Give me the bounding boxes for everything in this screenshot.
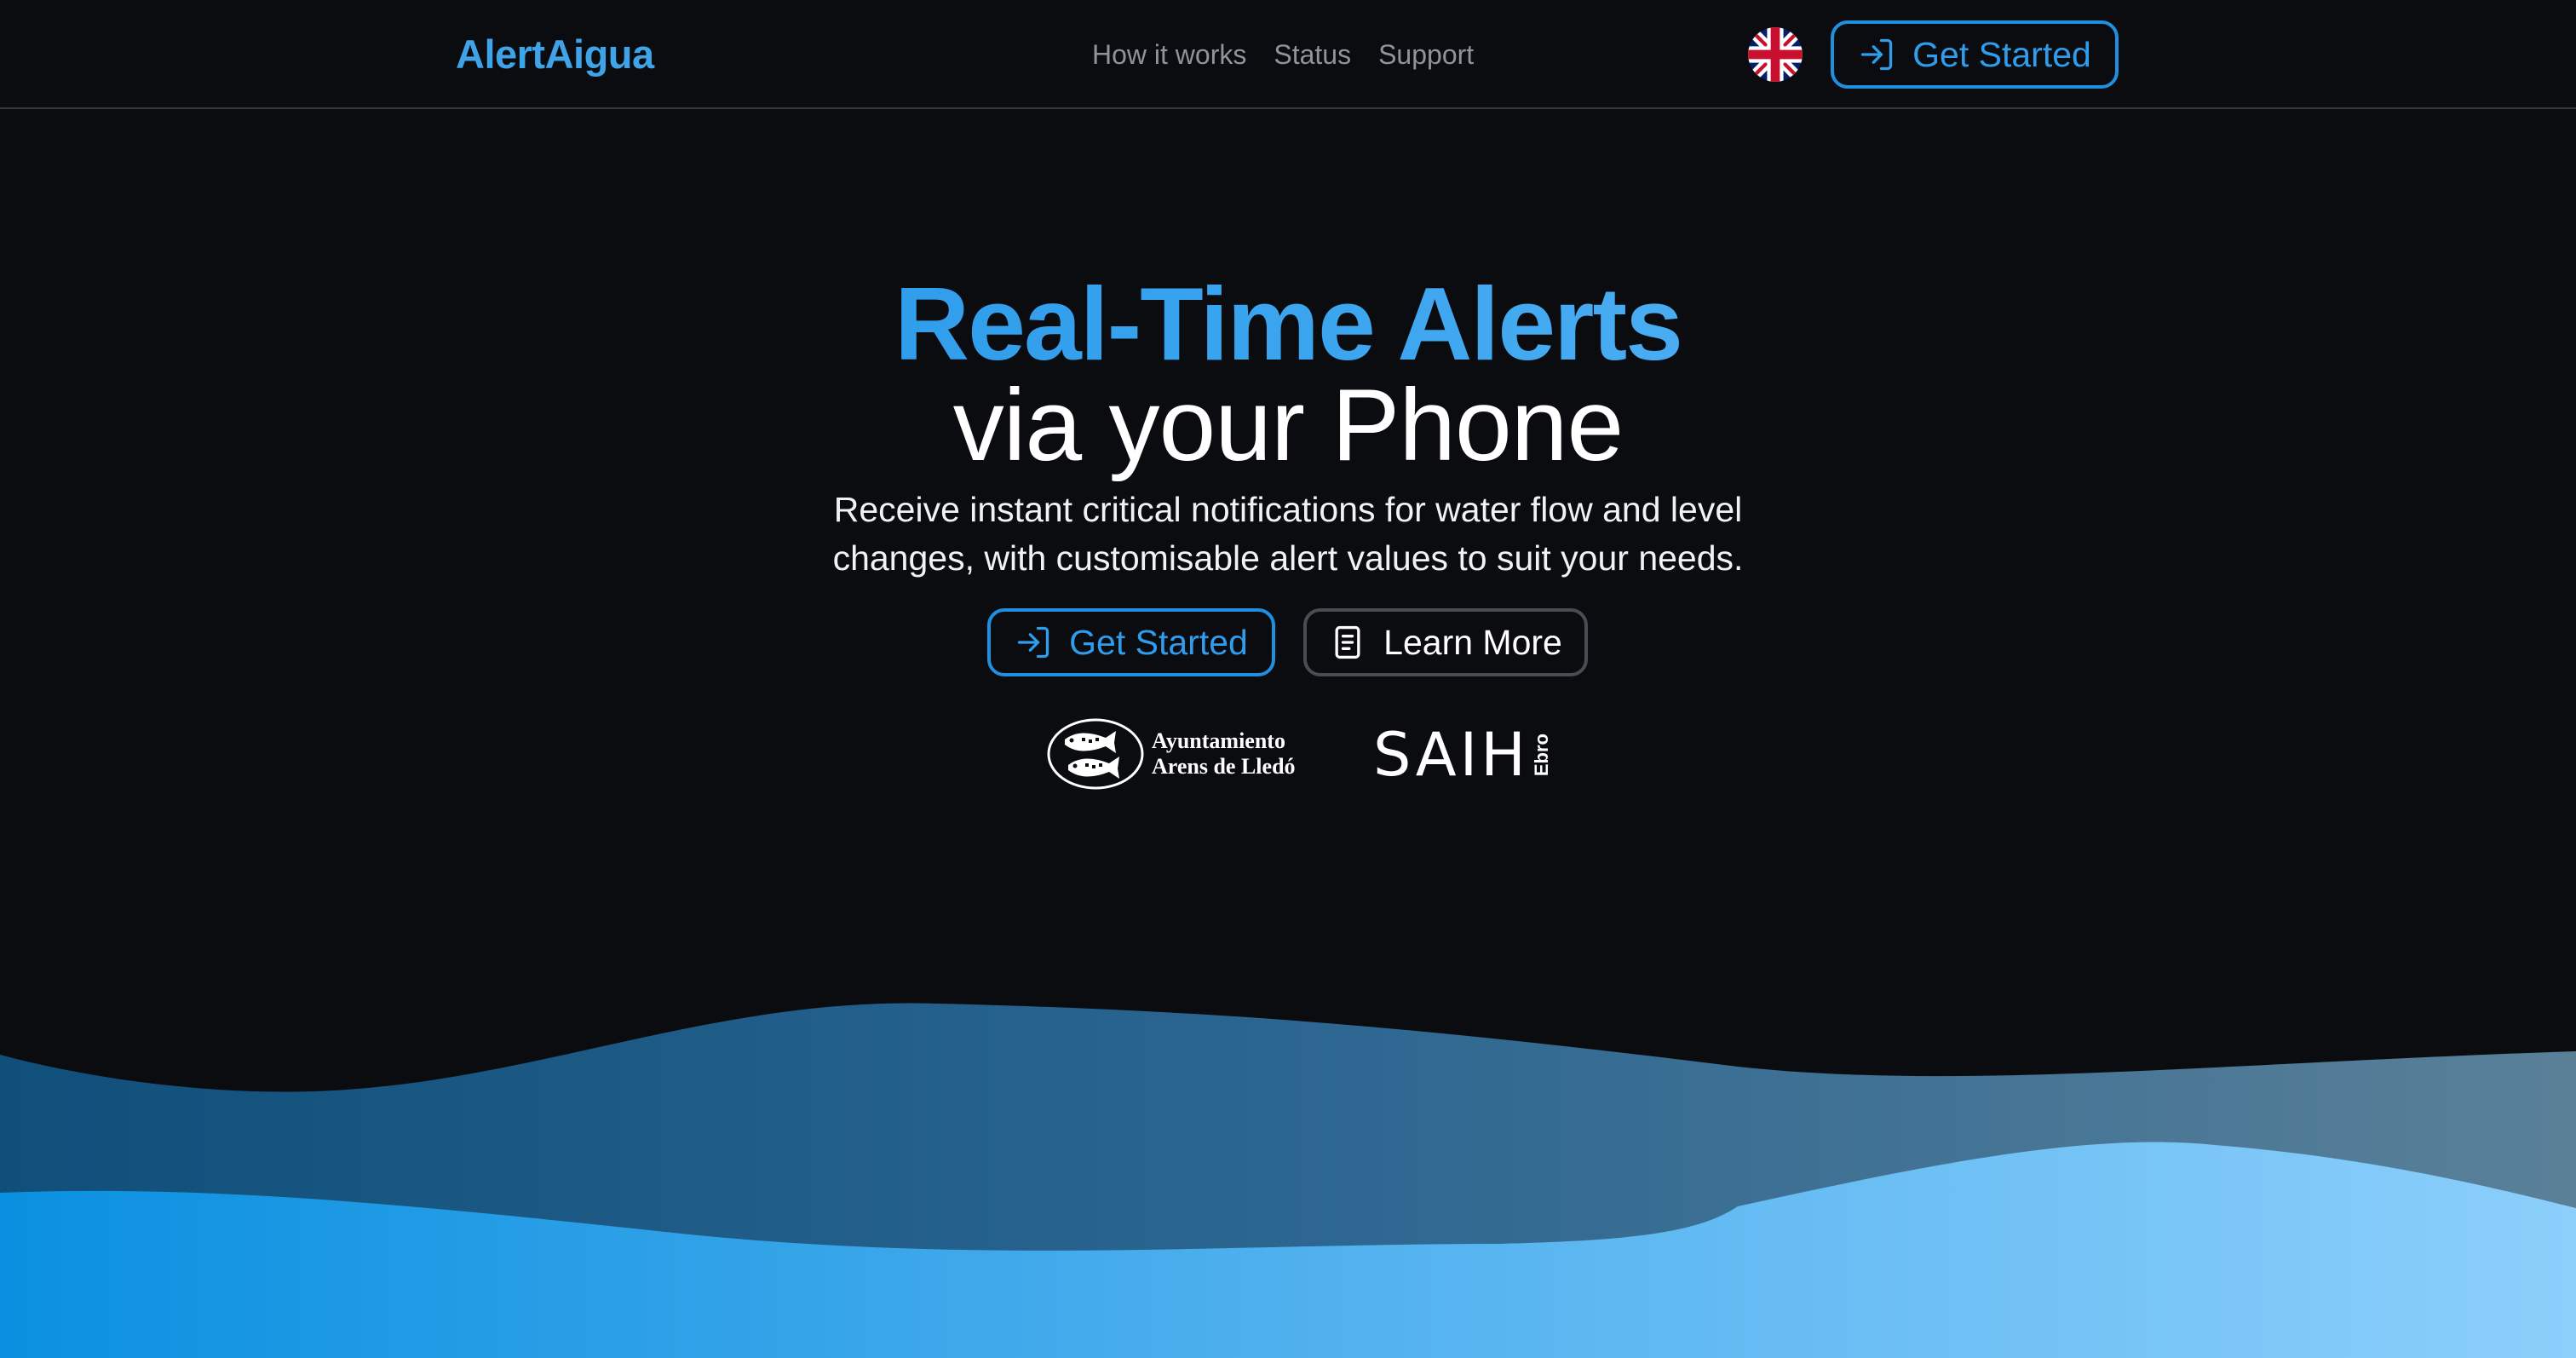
- nav-link-status[interactable]: Status: [1274, 36, 1351, 73]
- hero-subtitle-line-1: Receive instant critical notifications f…: [833, 490, 1743, 529]
- nav-link-support[interactable]: Support: [1378, 36, 1474, 73]
- hero-get-started-label: Get Started: [1069, 622, 1248, 662]
- sign-in-icon: [1015, 624, 1052, 661]
- learn-more-button[interactable]: Learn More: [1303, 608, 1588, 676]
- landing-page: AlertAigua How it works Status Support G…: [0, 0, 2576, 1358]
- decorative-waves: [0, 1003, 2576, 1358]
- nav-link-how-it-works[interactable]: How it works: [1092, 36, 1246, 73]
- document-icon: [1329, 624, 1366, 661]
- ayuntamiento-label-line-2: Arens de Lledó: [1152, 754, 1296, 779]
- saih-label: SAIH: [1373, 720, 1529, 790]
- hero-subtitle-line-2: changes, with customisable alert values …: [832, 538, 1744, 578]
- hero-get-started-button[interactable]: Get Started: [987, 608, 1275, 676]
- uk-flag-icon[interactable]: [1748, 27, 1803, 82]
- brand-logo[interactable]: AlertAigua: [456, 29, 654, 80]
- nav-links: How it works Status Support: [1092, 36, 1474, 73]
- ebro-label: Ebro: [1530, 733, 1552, 777]
- nav-get-started-button[interactable]: Get Started: [1831, 20, 2119, 89]
- hero-subtitle: Receive instant critical notifications f…: [0, 486, 2576, 583]
- fish-emblem-icon: [1047, 718, 1144, 790]
- sign-in-icon: [1858, 36, 1895, 73]
- nav-get-started-label: Get Started: [1912, 34, 2091, 74]
- ayuntamiento-label-line-1: Ayuntamiento: [1152, 728, 1285, 753]
- top-nav: AlertAigua How it works Status Support G…: [0, 0, 2576, 109]
- hero-title-secondary: via your Phone: [952, 368, 1624, 482]
- learn-more-label: Learn More: [1383, 622, 1562, 662]
- hero-title-highlight: Real-Time Alerts: [0, 266, 2576, 382]
- ayuntamiento-logo: Ayuntamiento Arens de Lledó: [1046, 717, 1302, 791]
- saih-ebro-logo: SAIH Ebro: [1373, 722, 1553, 787]
